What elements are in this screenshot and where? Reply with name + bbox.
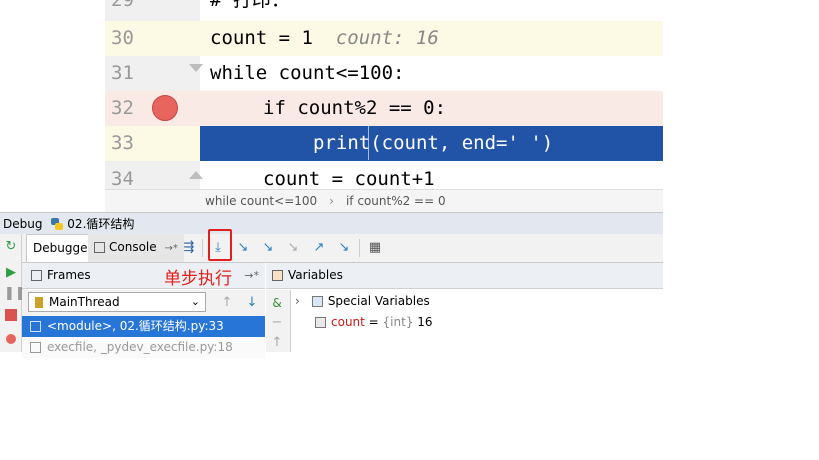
- code-line-33[interactable]: print(count, end=' ') 33: [105, 126, 663, 161]
- chevron-down-icon: ⌄: [190, 295, 200, 308]
- code-text: if count%2 == 0:: [263, 97, 447, 119]
- frames-icon: [31, 270, 42, 281]
- variables-icon: [272, 270, 283, 281]
- line-number: 31: [111, 62, 134, 84]
- fold-marker-icon[interactable]: [189, 64, 203, 72]
- frames-label: Frames: [47, 268, 91, 282]
- step-over-highlight-box: [208, 229, 232, 261]
- rerun-icon[interactable]: ↻: [4, 240, 18, 254]
- code-line-31[interactable]: 31 while count<=100:: [105, 56, 663, 91]
- special-vars-icon: [311, 296, 323, 307]
- thread-selector-row: MainThread ⌄ ↑ ↓: [22, 290, 265, 316]
- indent-guide: [368, 125, 369, 160]
- pause-icon[interactable]: ❚❚: [4, 287, 26, 301]
- step-into-icon[interactable]: ↘: [233, 238, 253, 258]
- thread-select[interactable]: MainThread ⌄: [28, 292, 206, 312]
- thread-name: MainThread: [49, 295, 120, 309]
- python-icon: [51, 217, 64, 230]
- frame-down-icon[interactable]: ↓: [243, 294, 261, 312]
- debug-tabbar: Debugger Console →* ⇶ ⤓ ↘ ↘ ↘ ↗ ↘ ▦: [22, 234, 663, 263]
- breadcrumb[interactable]: while count<=100 › if count%2 == 0: [105, 189, 663, 212]
- code-line-30[interactable]: 30 count = 1 count: 16: [105, 21, 663, 56]
- code-text: while count<=100:: [210, 62, 405, 84]
- breadcrumb-item[interactable]: while count<=100: [205, 194, 317, 208]
- variable-row[interactable]: count = {int} 16: [295, 312, 433, 332]
- variable-name: count: [331, 315, 365, 329]
- line-number: 30: [111, 27, 134, 49]
- run-config-name[interactable]: 02.循环结构: [67, 217, 134, 231]
- code-text: count = 1 count: 16: [210, 21, 439, 56]
- tab-console[interactable]: Console →*: [88, 234, 184, 262]
- frame-row[interactable]: execfile, _pydev_execfile.py:18: [22, 337, 265, 358]
- variables-header: Variables: [266, 263, 663, 289]
- fold-end-icon[interactable]: [189, 171, 203, 179]
- run-to-cursor-icon[interactable]: ↘: [334, 238, 354, 258]
- variable-name: Special Variables: [327, 294, 430, 308]
- line-number: 34: [111, 168, 134, 190]
- step-annotation-text: 单步执行: [164, 269, 232, 289]
- new-watch-icon[interactable]: &: [270, 296, 284, 310]
- frame-icon: [30, 342, 41, 353]
- show-execution-point-icon[interactable]: ⇶: [179, 238, 199, 258]
- frame-label: execfile, _pydev_execfile.py:18: [47, 340, 233, 354]
- variables-label: Variables: [288, 268, 343, 282]
- remove-watch-icon[interactable]: −: [270, 316, 284, 330]
- pin-icon[interactable]: →*: [244, 263, 259, 288]
- step-into-my-code-icon[interactable]: ↘: [258, 238, 278, 258]
- frame-row[interactable]: <module>, 02.循环结构.py:33: [22, 316, 265, 337]
- variable-icon: [315, 317, 326, 328]
- debug-toolwindow-title: Debug 02.循环结构: [0, 212, 663, 235]
- pin-icon[interactable]: →*: [164, 243, 177, 254]
- variable-row[interactable]: › Special Variables: [295, 291, 430, 311]
- line-number: 29: [111, 0, 134, 11]
- line-number: 32: [111, 97, 134, 119]
- code-statement: count = 1: [210, 27, 313, 49]
- frame-label: <module>, 02.循环结构.py:33: [47, 319, 224, 333]
- variable-value: 16: [417, 315, 433, 329]
- debug-side-toolbar: ↻ ▶ ❚❚: [0, 234, 26, 352]
- variables-side-toolbar: & − ↑: [266, 290, 291, 352]
- line-number: 33: [111, 132, 134, 154]
- debug-label: Debug: [3, 217, 43, 231]
- force-step-into-icon[interactable]: ↘: [283, 238, 303, 258]
- code-text: print(count, end=' '): [313, 132, 554, 154]
- console-icon: [94, 242, 105, 253]
- step-out-icon[interactable]: ↗: [309, 238, 329, 258]
- frame-up-icon[interactable]: ↑: [218, 294, 236, 312]
- stop-icon[interactable]: [4, 308, 18, 322]
- breakpoint-icon[interactable]: [152, 95, 178, 121]
- move-up-icon[interactable]: ↑: [270, 336, 284, 350]
- thread-icon: [35, 297, 43, 308]
- view-breakpoints-icon[interactable]: [4, 332, 18, 346]
- variable-eq: =: [364, 315, 383, 329]
- resume-icon[interactable]: ▶: [4, 266, 18, 280]
- frame-icon: [30, 321, 41, 332]
- execution-point-highlight: print(count, end=' '): [200, 126, 663, 161]
- variable-type: {int}: [382, 315, 414, 329]
- expand-arrow-icon[interactable]: ›: [295, 294, 300, 308]
- code-editor[interactable]: 29 # 打印： 30 count = 1 count: 16 31 while…: [105, 0, 663, 190]
- tab-console-label: Console: [109, 240, 157, 254]
- chevron-right-icon: ›: [329, 194, 334, 208]
- code-line-29[interactable]: 29 # 打印：: [105, 0, 663, 18]
- breadcrumb-item[interactable]: if count%2 == 0: [346, 194, 446, 208]
- evaluate-expression-icon[interactable]: ▦: [365, 238, 385, 258]
- code-text: # 打印：: [210, 0, 290, 11]
- code-line-32[interactable]: 32 if count%2 == 0:: [105, 91, 663, 126]
- inline-value-hint: count: 16: [335, 27, 439, 49]
- code-text: count = count+1: [263, 168, 435, 190]
